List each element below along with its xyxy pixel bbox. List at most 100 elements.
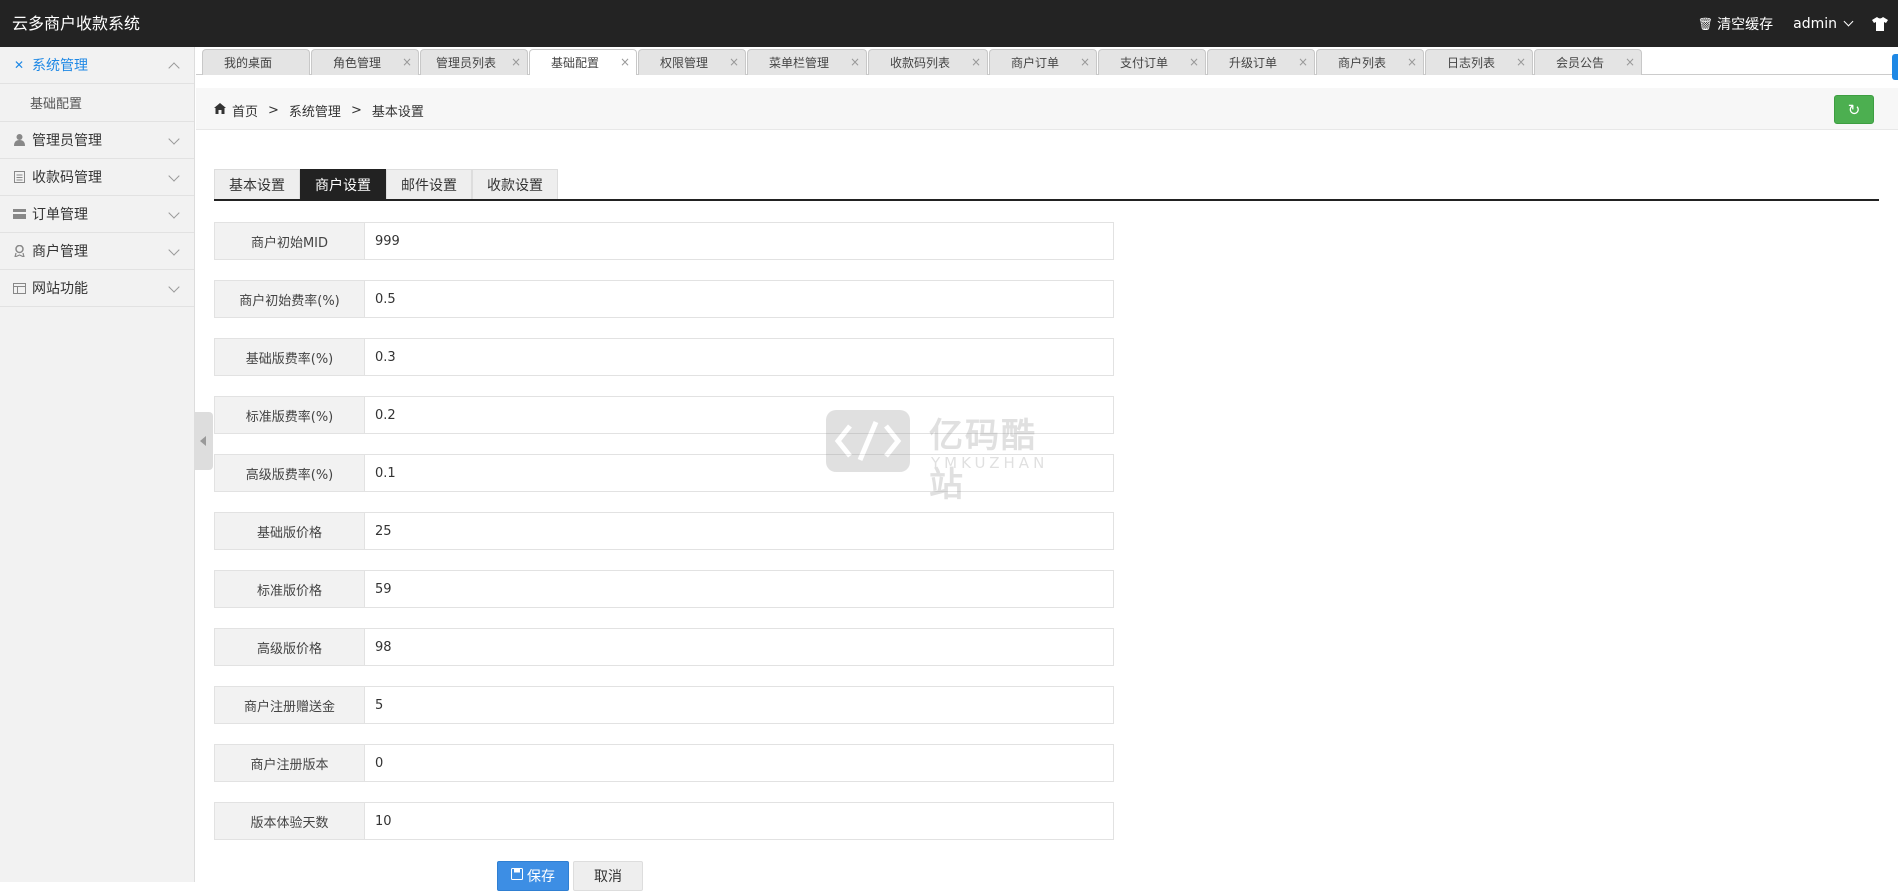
- field-label: 商户初始MID: [215, 223, 365, 259]
- tab-permissions[interactable]: 权限管理 ×: [638, 49, 746, 75]
- trash-icon: 🗑: [1697, 16, 1714, 31]
- subtab-basic[interactable]: 基本设置: [214, 169, 300, 199]
- subtab-email[interactable]: 邮件设置: [386, 169, 472, 199]
- tab-admin-list[interactable]: 管理员列表 ×: [420, 49, 528, 75]
- tab-basic-config[interactable]: 基础配置 ×: [529, 49, 637, 75]
- premium-price-input[interactable]: [365, 629, 1113, 665]
- basic-price-input[interactable]: [365, 513, 1113, 549]
- close-icon[interactable]: ×: [850, 55, 860, 69]
- tab-label: 菜单栏管理: [768, 56, 829, 70]
- tab-label: 权限管理: [659, 56, 708, 70]
- subtab-merchant[interactable]: 商户设置: [300, 169, 386, 199]
- breadcrumb-current: 基本设置: [371, 105, 424, 120]
- watermark-subtext: YMKUZHAN: [931, 454, 1049, 472]
- tab-menu[interactable]: 菜单栏管理 ×: [747, 49, 867, 75]
- close-icon[interactable]: ×: [729, 55, 739, 69]
- tab-label: 支付订单: [1119, 56, 1168, 70]
- field-initial-rate: 商户初始费率(%): [214, 280, 1114, 318]
- chevron-down-icon: [168, 281, 180, 293]
- breadcrumb-separator: >: [268, 103, 279, 118]
- field-label: 高级版费率(%): [215, 455, 365, 491]
- chevron-up-icon: [168, 62, 180, 74]
- close-icon[interactable]: ×: [1516, 55, 1526, 69]
- sidebar-item-system[interactable]: ✕ 系统管理: [0, 47, 194, 84]
- breadcrumb-home[interactable]: 首页: [232, 101, 258, 120]
- sidebar-item-website[interactable]: 网站功能: [0, 270, 194, 307]
- breadcrumb-system[interactable]: 系统管理: [289, 101, 341, 120]
- field-trial-days: 版本体验天数: [214, 802, 1114, 840]
- chevron-down-icon: [168, 244, 180, 256]
- tab-bar: 我的桌面 角色管理 × 管理员列表 × 基础配置 × 权限管理 × 菜单栏管理 × 收款码…: [196, 47, 1898, 75]
- tab-upgrade-orders[interactable]: 升级订单 ×: [1207, 49, 1315, 75]
- close-icon[interactable]: ×: [511, 55, 521, 69]
- field-basic-price: 基础版价格: [214, 512, 1114, 550]
- close-icon[interactable]: ×: [1625, 55, 1635, 69]
- field-label: 商户注册版本: [215, 745, 365, 781]
- trial-days-input[interactable]: [365, 803, 1113, 839]
- sidebar-item-label: 管理员管理: [32, 133, 102, 149]
- watermark-logo: 亿码酷站 YMKUZHAN: [826, 408, 1071, 505]
- close-icon[interactable]: ×: [971, 55, 981, 69]
- home-icon: [214, 103, 226, 118]
- tab-desktop[interactable]: 我的桌面: [202, 49, 310, 75]
- field-label: 基础版价格: [215, 513, 365, 549]
- tab-role[interactable]: 角色管理 ×: [311, 49, 419, 75]
- clear-cache-button[interactable]: 🗑 清空缓存: [1698, 14, 1773, 34]
- field-signup-version: 商户注册版本: [214, 744, 1114, 782]
- chevron-down-icon: [168, 133, 180, 145]
- signup-bonus-input[interactable]: [365, 687, 1113, 723]
- close-icon[interactable]: ×: [1189, 55, 1199, 69]
- sidebar-item-orders[interactable]: 订单管理: [0, 196, 194, 233]
- tab-label: 商户订单: [1010, 56, 1059, 70]
- tab-label: 角色管理: [332, 56, 381, 70]
- signup-version-input[interactable]: [365, 745, 1113, 781]
- app-title: 云多商户收款系统: [12, 14, 141, 33]
- standard-price-input[interactable]: [365, 571, 1113, 607]
- close-icon[interactable]: ×: [620, 55, 630, 69]
- tab-merchant-list[interactable]: 商户列表 ×: [1316, 49, 1424, 75]
- clear-cache-label: 清空缓存: [1717, 16, 1774, 33]
- field-signup-bonus: 商户注册赠送金: [214, 686, 1114, 724]
- document-icon: [12, 170, 26, 184]
- field-label: 高级版价格: [215, 629, 365, 665]
- close-icon[interactable]: ×: [1080, 55, 1090, 69]
- right-edge-handle[interactable]: [1892, 54, 1898, 80]
- settings-tabs: 基本设置 商户设置 邮件设置 收款设置: [214, 169, 1879, 201]
- basic-rate-input[interactable]: [365, 339, 1113, 375]
- sidebar-item-label: 收款码管理: [32, 170, 102, 186]
- top-bar: 云多商户收款系统 🗑 清空缓存 admin: [0, 0, 1898, 47]
- cancel-button[interactable]: 取消: [573, 861, 643, 891]
- refresh-button[interactable]: ↻: [1834, 95, 1874, 124]
- card-icon: [12, 207, 26, 221]
- field-label: 版本体验天数: [215, 803, 365, 839]
- initial-mid-input[interactable]: [365, 223, 1113, 259]
- shirt-icon[interactable]: [1872, 16, 1888, 31]
- field-label: 标准版费率(%): [215, 397, 365, 433]
- field-label: 基础版费率(%): [215, 339, 365, 375]
- close-icon[interactable]: ×: [1298, 55, 1308, 69]
- tab-label: 升级订单: [1228, 56, 1277, 70]
- sidebar-item-merchant[interactable]: 商户管理: [0, 233, 194, 270]
- initial-rate-input[interactable]: [365, 281, 1113, 317]
- tab-label: 会员公告: [1555, 56, 1604, 70]
- tab-log-list[interactable]: 日志列表 ×: [1425, 49, 1533, 75]
- sidebar-item-label: 订单管理: [32, 207, 88, 223]
- breadcrumb: 首页 > 系统管理 > 基本设置: [214, 101, 424, 120]
- close-icon[interactable]: ×: [1407, 55, 1417, 69]
- sidebar-item-admin[interactable]: 管理员管理: [0, 122, 194, 159]
- tab-member-notice[interactable]: 会员公告 ×: [1534, 49, 1642, 75]
- chevron-down-icon: [1843, 16, 1854, 27]
- user-name: admin: [1793, 15, 1837, 32]
- tools-icon: ✕: [13, 58, 25, 72]
- sidebar-collapse-handle[interactable]: [195, 412, 213, 470]
- sidebar-subitem-basic-config[interactable]: 基础配置: [0, 84, 194, 122]
- save-button[interactable]: 保存: [497, 861, 569, 891]
- user-menu[interactable]: admin: [1793, 15, 1854, 32]
- tab-label: 基础配置: [550, 56, 599, 70]
- tab-qrcode-list[interactable]: 收款码列表 ×: [868, 49, 988, 75]
- subtab-payment[interactable]: 收款设置: [472, 169, 558, 199]
- tab-payment-orders[interactable]: 支付订单 ×: [1098, 49, 1206, 75]
- tab-merchant-orders[interactable]: 商户订单 ×: [989, 49, 1097, 75]
- sidebar-item-qrcode[interactable]: 收款码管理: [0, 159, 194, 196]
- close-icon[interactable]: ×: [402, 55, 412, 69]
